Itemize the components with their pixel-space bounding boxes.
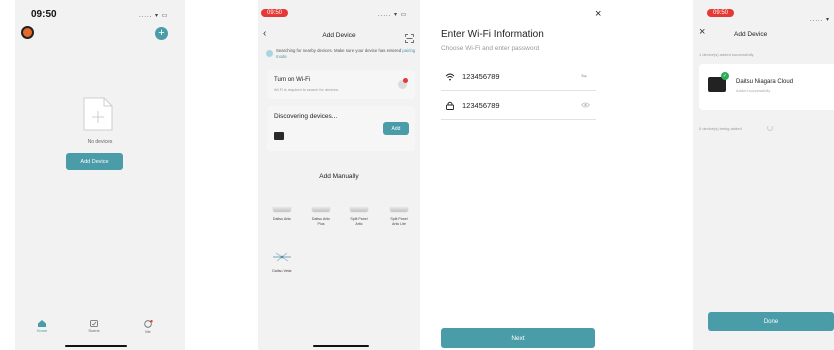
wifi-info-subtitle: Choose Wi-Fi and enter password (441, 45, 540, 52)
empty-document-icon (82, 96, 114, 137)
loading-spinner-icon (767, 125, 773, 131)
device-tile[interactable]: Daitsu Artic (270, 205, 294, 222)
add-icon[interactable]: + (155, 27, 168, 40)
home-indicator (313, 345, 369, 347)
fan-device-icon (273, 252, 291, 262)
status-time: 09:50 (31, 9, 57, 20)
device-tile[interactable]: Daitsu Artic Plus (309, 205, 333, 227)
device-status: Added successfully (736, 88, 771, 93)
device-icon (312, 205, 330, 211)
searching-text: Searching for nearby devices. Make sure … (276, 48, 402, 53)
page-title: Add Device (734, 31, 768, 38)
discovered-device-thumb (274, 132, 284, 140)
close-icon[interactable]: × (595, 8, 601, 20)
switch-network-icon[interactable]: ⇋ (581, 72, 587, 80)
tab-scene[interactable]: Scene (82, 320, 106, 333)
eye-icon[interactable] (581, 102, 590, 108)
device-label: Daitsu Artic (272, 217, 292, 221)
avatar[interactable] (21, 26, 34, 39)
canvas: 09:50 ..... ▾ ▭ + No devices Add Device … (0, 0, 834, 350)
password-value: 123456789 (462, 101, 500, 110)
next-button[interactable]: Next (441, 328, 595, 348)
searching-icon (266, 50, 273, 57)
tab-me-label: Me (145, 329, 151, 334)
done-button[interactable]: Done (708, 312, 834, 331)
add-manually-title: Add Manually (319, 173, 359, 180)
add-device-screen: 09:50 ..... ▾ ▭ ‹ Add Device Searching f… (258, 0, 420, 350)
device-tile[interactable]: Split Panel Artic Lite (387, 205, 411, 227)
scan-icon[interactable] (405, 30, 414, 48)
status-icons: ..... ▾ (810, 17, 831, 23)
password-row[interactable]: 123456789 (441, 92, 596, 120)
page-title: Add Device (322, 32, 356, 39)
status-icons: ..... ▾ ▭ (139, 13, 169, 19)
ssid-row[interactable]: 123456789 ⇋ (441, 62, 596, 91)
empty-state-text: No devices (87, 139, 113, 145)
device-label: Split Panel Artic (350, 217, 368, 226)
device-icon (350, 205, 368, 211)
add-device-button[interactable]: Add Device (66, 153, 123, 170)
device-icon (390, 205, 408, 211)
discovering-title: Discovering devices... (274, 113, 338, 120)
wifi-title: Turn on Wi-Fi (274, 77, 311, 83)
device-tile[interactable]: Split Panel Artic (347, 205, 371, 227)
close-icon[interactable]: × (699, 26, 705, 38)
device-label: Daitsu Artic Plus (311, 217, 331, 226)
add-discovered-button[interactable]: Add (383, 122, 409, 135)
tab-home-label: Home (36, 328, 48, 333)
status-icons: ..... ▾ ▭ (378, 12, 408, 18)
searching-notice: Searching for nearby devices. Make sure … (276, 48, 416, 59)
profile-icon (143, 320, 153, 328)
home-icon (38, 320, 46, 327)
success-check-icon: ✓ (721, 72, 729, 80)
device-tile[interactable]: Daitsu Velar (270, 249, 294, 274)
wifi-off-icon (398, 78, 408, 89)
home-screen: 09:50 ..... ▾ ▭ + No devices Add Device … (15, 0, 185, 350)
scene-icon (90, 320, 98, 327)
status-time: 09:50 (261, 9, 289, 17)
wifi-card[interactable]: Turn on Wi-Fi Wi-Fi is required to searc… (267, 70, 415, 99)
device-label: Split Panel Artic Lite (390, 217, 408, 226)
home-indicator (65, 345, 127, 347)
wifi-info-screen: × Enter Wi-Fi Information Choose Wi-Fi a… (430, 0, 604, 350)
add-result-screen: 09:50 ..... ▾ × Add Device 1 device(s) a… (693, 0, 834, 350)
added-device-card[interactable]: ✓ Daitsu Niagara Cloud Added successfull… (699, 64, 834, 110)
wifi-icon (445, 73, 455, 81)
device-label: Daitsu Velar (272, 269, 292, 273)
wifi-info-title: Enter Wi-Fi Information (441, 29, 544, 40)
device-icon (273, 205, 291, 211)
ssid-value: 123456789 (462, 72, 500, 81)
lock-icon (446, 101, 454, 110)
added-summary: 1 device(s) added successfully (699, 52, 754, 57)
tab-me[interactable]: Me (136, 320, 160, 334)
adding-summary: 0 device(s) being added (699, 126, 742, 131)
tab-scene-label: Scene (88, 328, 100, 333)
discovering-card: Discovering devices... Add (267, 106, 415, 151)
tab-home[interactable]: Home (30, 320, 54, 333)
status-time: 09:50 (707, 9, 735, 17)
wifi-subtitle: Wi-Fi is required to search for devices. (274, 88, 339, 92)
device-name: Daitsu Niagara Cloud (736, 79, 794, 85)
